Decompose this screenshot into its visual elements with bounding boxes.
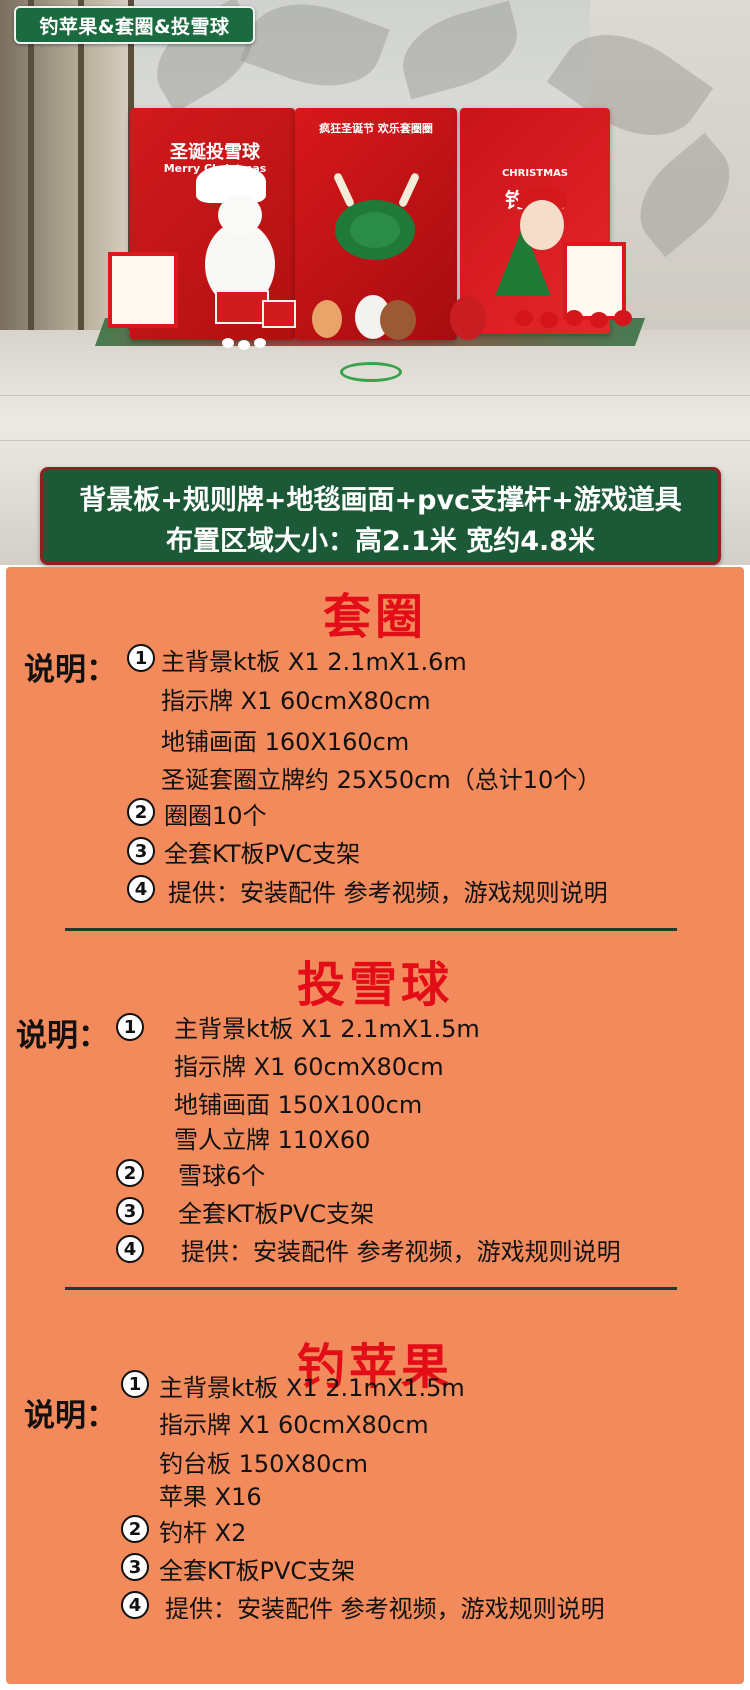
spec-item: 全套KT板PVC支架 [159,1557,356,1585]
snowman-head [218,195,262,235]
item-number-badge: 3 [116,1197,144,1225]
item-number-badge: 3 [127,837,155,865]
spec-item: 指示牌 X1 60cmX80cm [159,1411,429,1439]
spec-item: 地铺画面 160X160cm [161,728,410,756]
spec-item: 圈圈10个 [164,802,267,830]
package-contents-banner: 背景板+规则牌+地毯画面+pvc支撑杆+游戏道具 布置区域大小：高2.1米 宽约… [40,467,721,565]
section-title-snowball: 投雪球 [296,957,453,1013]
wall-leaf-decoration [240,0,390,105]
spec-item: 指示牌 X1 60cmX80cm [174,1053,444,1081]
item-number-badge: 1 [116,1013,144,1041]
description-label: 说明： [16,1018,109,1054]
toss-ring-prop [340,362,402,382]
spec-item: 提供：安装配件 参考视频，游戏规则说明 [181,1238,621,1266]
setup-area-size-text: 布置区域大小：高2.1米 宽约4.8米 [165,526,596,557]
item-number-badge: 4 [121,1591,149,1619]
snowball-prop [222,338,234,348]
item-number-badge: 4 [116,1235,144,1263]
reindeer-wreath-center [350,212,400,248]
reindeer-standee [380,300,416,340]
spec-item: 提供：安装配件 参考视频，游戏规则说明 [168,879,608,907]
floor-tile-line [0,440,750,441]
apple-board-christmas-text: CHRISTMAS [501,168,569,179]
section-title-ring-toss: 套圈 [322,589,427,645]
spec-item: 钓杆 X2 [159,1519,247,1547]
wall-leaf-decoration [392,0,528,100]
item-number-badge: 4 [127,875,155,903]
spec-item: 苹果 X16 [159,1483,262,1511]
spec-item: 地铺画面 150X100cm [174,1091,423,1119]
spec-item: 主背景kt板 X1 2.1mX1.6m [161,648,467,676]
spec-item: 主背景kt板 X1 2.1mX1.5m [174,1015,480,1043]
item-number-badge: 2 [121,1515,149,1543]
gingerbread-standee [312,300,342,338]
section-divider [65,1287,677,1290]
section-divider [65,928,677,931]
spec-item: 全套KT板PVC支架 [178,1200,375,1228]
gnome-standee [450,296,486,340]
snowball-rule-sign [108,252,178,328]
description-label: 说明： [24,652,117,688]
description-label: 说明： [24,1398,117,1434]
item-number-badge: 1 [127,644,155,672]
spec-item: 主背景kt板 X1 2.1mX1.5m [159,1374,465,1402]
spec-item: 全套KT板PVC支架 [164,840,361,868]
ring-toss-board-title: 疯狂圣诞节 欢乐套圈圈 [319,122,433,135]
apple-prop [565,310,583,326]
spec-item: 钓台板 150X80cm [159,1450,368,1478]
apple-prop [515,310,533,326]
apple-prop [590,312,608,328]
item-number-badge: 2 [127,798,155,826]
spec-panel: 套圈 说明： 1 主背景kt板 X1 2.1mX1.6m 指示牌 X1 60cm… [6,567,744,1684]
product-detail-page: 圣诞投雪球 Merry Christmas 疯狂圣诞节 欢乐套圈圈 CHRIST… [0,0,750,1690]
apple-prop [540,312,558,328]
gift-box-prop [262,300,296,328]
snowball-prop [238,340,250,350]
apple-prop [614,310,632,326]
spec-item: 提供：安装配件 参考视频，游戏规则说明 [165,1595,605,1623]
snowball-board-title: 圣诞投雪球 [170,142,260,163]
snowball-prop [254,338,266,348]
item-number-badge: 2 [116,1159,144,1187]
santa-standee [520,200,564,250]
package-contents-text: 背景板+规则牌+地毯画面+pvc支撑杆+游戏道具 [79,485,682,516]
gift-box-prop [215,290,269,324]
product-title-chip: 钓苹果&套圈&投雪球 [14,6,255,44]
apple-rule-sign [563,242,626,320]
floor-tile-line [0,395,750,396]
item-number-badge: 1 [121,1370,149,1398]
spec-item: 圣诞套圈立牌约 25X50cm（总计10个） [161,766,602,794]
item-number-badge: 3 [121,1553,149,1581]
spec-item: 雪人立牌 110X60 [174,1126,371,1154]
spec-item: 雪球6个 [178,1162,266,1190]
spec-item: 指示牌 X1 60cmX80cm [161,687,431,715]
